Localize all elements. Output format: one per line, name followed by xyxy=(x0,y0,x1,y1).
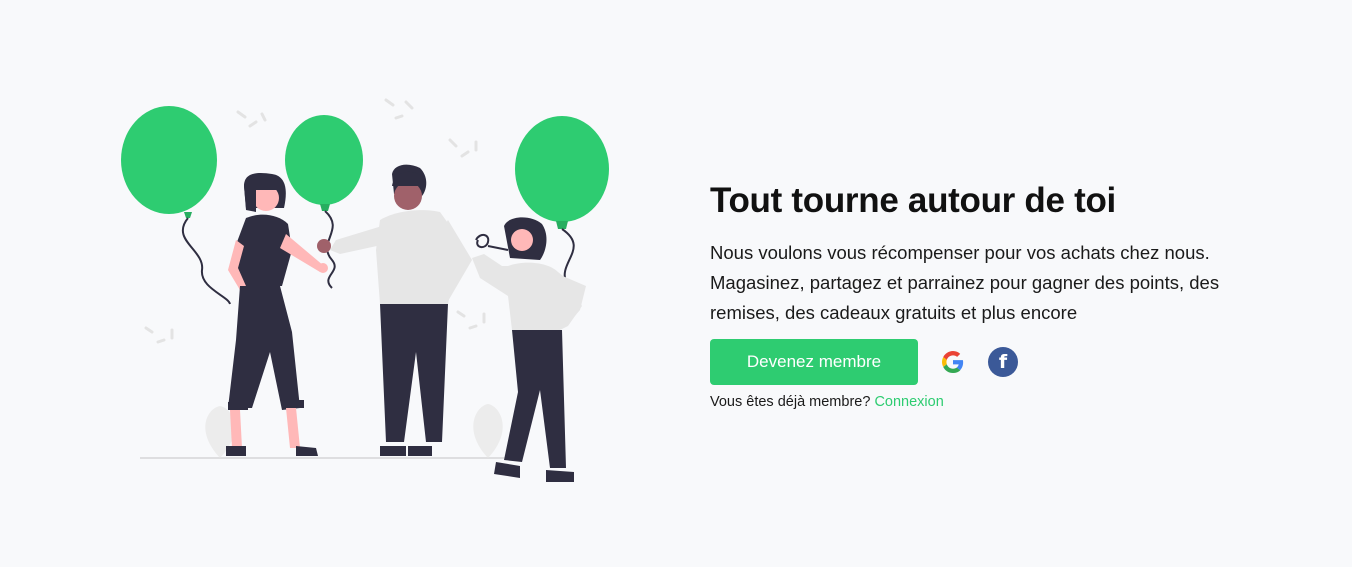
google-icon xyxy=(942,351,964,373)
google-login-button[interactable] xyxy=(938,347,968,377)
celebration-illustration xyxy=(121,98,609,482)
woman-left-figure xyxy=(226,173,328,456)
plant-right xyxy=(473,404,503,458)
facebook-icon: f xyxy=(998,351,1008,373)
balloon-middle xyxy=(285,115,363,289)
balloon-left xyxy=(121,106,231,305)
already-member-text: Vous êtes déjà membre? xyxy=(710,394,871,410)
login-prompt: Vous êtes déjà membre? Connexion xyxy=(710,394,1290,410)
man-middle-figure xyxy=(317,164,472,456)
page-title: Tout tourne autour de toi xyxy=(710,181,1116,220)
hero-description: Nous voulons vous récompenser pour vos a… xyxy=(710,242,1220,323)
join-membership-button[interactable]: Devenez membre xyxy=(710,339,918,385)
landing-page: Tout tourne autour de toi Nous voulons v… xyxy=(0,0,1352,567)
facebook-login-button[interactable]: f xyxy=(988,347,1018,377)
hero-content: Tout tourne autour de toi Nous voulons v… xyxy=(710,178,1290,410)
login-link[interactable]: Connexion xyxy=(874,394,943,410)
signup-actions: Devenez membre f xyxy=(710,339,1290,385)
